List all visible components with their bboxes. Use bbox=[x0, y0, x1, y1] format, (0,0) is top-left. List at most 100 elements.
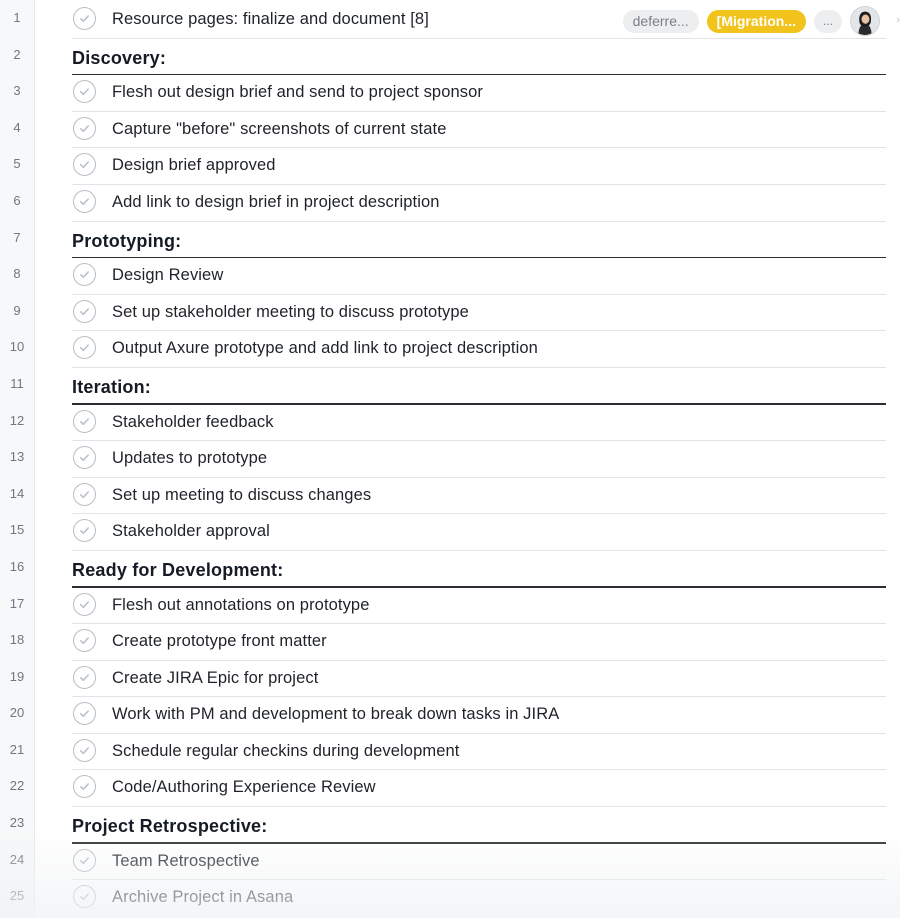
task-name[interactable]: Flesh out design brief and send to proje… bbox=[112, 83, 483, 102]
task-row[interactable]: 19 Create JIRA Epic for project bbox=[0, 661, 900, 698]
row-number: 23 bbox=[9, 815, 25, 831]
task-name[interactable]: Create JIRA Epic for project bbox=[112, 669, 318, 688]
check-circle-icon[interactable] bbox=[73, 299, 96, 323]
row-number: 17 bbox=[9, 595, 25, 611]
task-name[interactable]: Updates to prototype bbox=[112, 449, 267, 468]
task-name[interactable]: Team Retrospective bbox=[112, 852, 260, 871]
row-number: 3 bbox=[13, 83, 21, 99]
row-number: 12 bbox=[9, 412, 25, 428]
task-row[interactable]: 3 Flesh out design brief and send to pro… bbox=[0, 75, 900, 112]
task-name[interactable]: Design Review bbox=[112, 266, 223, 285]
check-circle-icon[interactable] bbox=[73, 7, 96, 30]
row-number: 1 bbox=[13, 10, 21, 25]
section-title[interactable]: Iteration: bbox=[72, 377, 151, 398]
task-name[interactable]: Output Axure prototype and add link to p… bbox=[112, 339, 538, 358]
check-circle-icon[interactable] bbox=[73, 189, 96, 213]
task-row[interactable]: 10 Output Axure prototype and add link t… bbox=[0, 331, 900, 368]
check-circle-icon[interactable] bbox=[73, 775, 96, 799]
task-name[interactable]: Work with PM and development to break do… bbox=[112, 705, 559, 724]
assignee-avatar[interactable] bbox=[850, 6, 880, 36]
section-header[interactable]: 11 Iteration: bbox=[0, 368, 900, 405]
task-row[interactable]: 25 Archive Project in Asana bbox=[0, 880, 900, 917]
task-row[interactable]: 14 Set up meeting to discuss changes bbox=[0, 478, 900, 515]
task-tags: deferre... [Migration... ... bbox=[622, 6, 880, 36]
row-number: 8 bbox=[13, 266, 21, 282]
check-circle-icon[interactable] bbox=[73, 702, 96, 726]
task-row[interactable]: 13 Updates to prototype bbox=[0, 441, 900, 478]
task-name[interactable]: Set up stakeholder meeting to discuss pr… bbox=[112, 303, 469, 322]
task-name[interactable]: Stakeholder feedback bbox=[112, 413, 274, 432]
task-name[interactable]: Add link to design brief in project desc… bbox=[112, 193, 440, 212]
row-number: 4 bbox=[13, 119, 21, 135]
check-circle-icon[interactable] bbox=[73, 336, 96, 360]
task-row[interactable]: 15 Stakeholder approval bbox=[0, 514, 900, 551]
row-number: 10 bbox=[9, 339, 25, 355]
chevron-right-icon[interactable]: › bbox=[896, 14, 900, 26]
task-row[interactable]: 4 Capture "before" screenshots of curren… bbox=[0, 112, 900, 149]
task-row[interactable]: 24 Team Retrospective bbox=[0, 844, 900, 881]
check-circle-icon[interactable] bbox=[73, 263, 96, 287]
task-row[interactable]: 6 Add link to design brief in project de… bbox=[0, 185, 900, 222]
row-number: 25 bbox=[9, 888, 25, 904]
more-tags-button[interactable]: ... bbox=[813, 9, 842, 33]
row-number: 19 bbox=[9, 668, 25, 684]
check-circle-icon[interactable] bbox=[73, 446, 96, 470]
task-row[interactable]: 21 Schedule regular checkins during deve… bbox=[0, 734, 900, 771]
section-title[interactable]: Ready for Development: bbox=[72, 560, 283, 581]
row-number: 7 bbox=[13, 229, 21, 245]
task-row[interactable]: 5 Design brief approved bbox=[0, 148, 900, 185]
check-circle-icon[interactable] bbox=[73, 665, 96, 689]
row-number: 20 bbox=[9, 705, 25, 721]
row-number: 5 bbox=[13, 156, 21, 172]
task-name[interactable]: Archive Project in Asana bbox=[112, 888, 293, 907]
check-circle-icon[interactable] bbox=[73, 629, 96, 653]
check-circle-icon[interactable] bbox=[73, 80, 96, 104]
row-number: 14 bbox=[9, 485, 25, 501]
row-number: 15 bbox=[9, 522, 25, 538]
task-name[interactable]: Capture "before" screenshots of current … bbox=[112, 120, 446, 139]
task-name[interactable]: Design brief approved bbox=[112, 156, 276, 175]
row-number: 24 bbox=[9, 851, 25, 867]
task-name[interactable]: Resource pages: finalize and document [8… bbox=[112, 10, 429, 29]
task-name[interactable]: Stakeholder approval bbox=[112, 522, 270, 541]
row-number: 18 bbox=[9, 632, 25, 648]
section-header[interactable]: 23 Project Retrospective: bbox=[0, 807, 900, 844]
row-number: 11 bbox=[10, 375, 24, 391]
row-number: 13 bbox=[9, 449, 25, 465]
deferred-tag[interactable]: deferre... bbox=[622, 9, 699, 33]
check-circle-icon[interactable] bbox=[73, 116, 96, 140]
task-name[interactable]: Flesh out annotations on prototype bbox=[112, 596, 370, 615]
task-row[interactable]: 8 Design Review bbox=[0, 258, 900, 295]
row-number: 16 bbox=[9, 558, 25, 574]
section-title[interactable]: Discovery: bbox=[72, 48, 166, 69]
section-header[interactable]: 2 Discovery: bbox=[0, 39, 900, 76]
check-circle-icon[interactable] bbox=[73, 153, 96, 177]
section-header[interactable]: 7 Prototyping: bbox=[0, 222, 900, 259]
section-header[interactable]: 16 Ready for Development: bbox=[0, 551, 900, 588]
task-name[interactable]: Set up meeting to discuss changes bbox=[112, 486, 371, 505]
section-title[interactable]: Project Retrospective: bbox=[72, 816, 267, 837]
check-circle-icon[interactable] bbox=[73, 885, 96, 909]
task-name[interactable]: Create prototype front matter bbox=[112, 632, 327, 651]
task-row[interactable]: 18 Create prototype front matter bbox=[0, 624, 900, 661]
check-circle-icon[interactable] bbox=[73, 409, 96, 433]
check-circle-icon[interactable] bbox=[73, 592, 96, 616]
task-row[interactable]: 17 Flesh out annotations on prototype bbox=[0, 588, 900, 625]
migration-tag[interactable]: [Migration... bbox=[706, 9, 806, 33]
section-title[interactable]: Prototyping: bbox=[72, 231, 181, 252]
check-circle-icon[interactable] bbox=[73, 482, 96, 506]
check-circle-icon[interactable] bbox=[73, 848, 96, 872]
task-row[interactable]: 1 Resource pages: finalize and document … bbox=[0, 2, 900, 39]
row-number: 9 bbox=[13, 302, 21, 318]
task-row[interactable]: 12 Stakeholder feedback bbox=[0, 405, 900, 442]
task-name[interactable]: Code/Authoring Experience Review bbox=[112, 778, 376, 797]
task-row[interactable]: 20 Work with PM and development to break… bbox=[0, 697, 900, 734]
task-row[interactable]: 22 Code/Authoring Experience Review bbox=[0, 770, 900, 808]
task-list: 1 Resource pages: finalize and document … bbox=[0, 2, 900, 917]
check-circle-icon[interactable] bbox=[73, 738, 96, 762]
check-circle-icon[interactable] bbox=[73, 519, 96, 543]
row-number: 21 bbox=[9, 741, 25, 757]
task-row[interactable]: 9 Set up stakeholder meeting to discuss … bbox=[0, 295, 900, 332]
row-number: 6 bbox=[13, 192, 21, 208]
task-name[interactable]: Schedule regular checkins during develop… bbox=[112, 742, 459, 761]
